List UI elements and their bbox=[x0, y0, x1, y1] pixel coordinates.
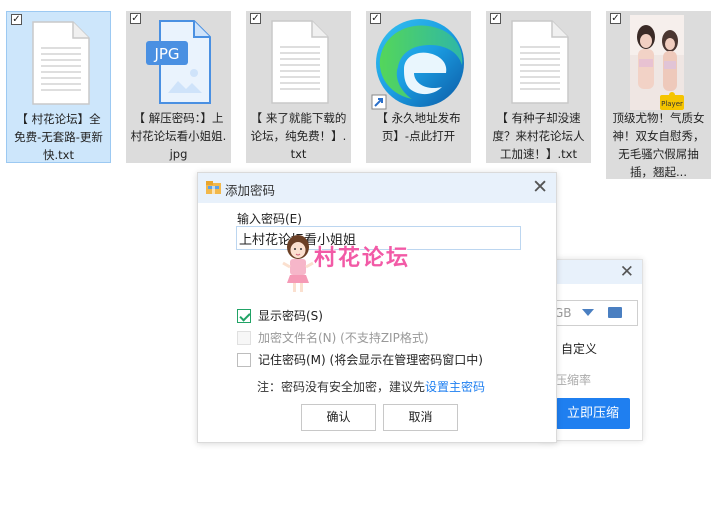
text-file-icon bbox=[511, 20, 569, 104]
edge-browser-icon bbox=[371, 19, 464, 110]
set-master-password-link[interactable]: 设置主密码 bbox=[425, 380, 485, 394]
password-label: 输入密码(E) bbox=[237, 212, 302, 226]
player-badge: Player bbox=[661, 100, 683, 108]
dialog-title: 添加密码 bbox=[225, 183, 276, 198]
file-tile-6[interactable]: ✓ Player 顶级尤物！气质女神！双女自慰秀，无毛骚穴假屌抽插，翘起... bbox=[606, 11, 711, 179]
file-checkbox[interactable]: ✓ bbox=[490, 13, 501, 24]
volume-size-dropdown[interactable]: GB bbox=[553, 300, 638, 326]
close-icon[interactable]: ✕ bbox=[532, 176, 548, 198]
file-checkbox[interactable]: ✓ bbox=[11, 14, 22, 25]
file-name: 【 永久地址发布页】-点此打开 bbox=[376, 111, 461, 143]
show-password-label: 显示密码(S) bbox=[258, 309, 323, 323]
file-name: 【 村花论坛】全免费-无套路-更新快.txt bbox=[14, 112, 103, 162]
watermark-logo: 村花论坛 bbox=[281, 233, 441, 295]
custom-option[interactable]: 自定义 bbox=[561, 340, 597, 357]
security-note: 注：密码没有安全加密，建议先设置主密码 bbox=[257, 378, 485, 395]
watermark-text: 村花论坛 bbox=[314, 246, 411, 271]
confirm-button[interactable]: 确认 bbox=[301, 404, 376, 431]
file-checkbox[interactable]: ✓ bbox=[250, 13, 261, 24]
archive-icon bbox=[206, 181, 221, 194]
dialog-titlebar: 添加密码 ✕ bbox=[198, 173, 556, 203]
cancel-button[interactable]: 取消 bbox=[383, 404, 458, 431]
text-file-icon bbox=[32, 21, 90, 105]
file-tile-4[interactable]: ✓ 【 永久地址发布页】-点此打开 bbox=[366, 11, 471, 163]
file-tile-5[interactable]: ✓ 【 有种子却没速度？来村花论坛人工加速！】.txt bbox=[486, 11, 591, 163]
file-name: 【 来了就能下载的论坛，纯免费！】.txt bbox=[250, 111, 347, 161]
compress-dialog-close-icon[interactable]: ✕ bbox=[620, 262, 634, 282]
remember-password-checkbox[interactable] bbox=[237, 353, 251, 367]
file-name: 【 有种子却没速度？来村花论坛人工加速！】.txt bbox=[492, 111, 585, 161]
jpg-badge: JPG bbox=[153, 45, 179, 63]
cartoon-girl-image bbox=[282, 235, 314, 292]
file-tile-1[interactable]: ✓ 【 村花论坛】全免费-无套路-更新快.txt bbox=[6, 11, 111, 163]
security-note-text: 注：密码没有安全加密，建议先 bbox=[257, 380, 426, 394]
encrypt-filenames-checkbox bbox=[237, 331, 251, 345]
file-checkbox[interactable]: ✓ bbox=[130, 13, 141, 24]
folder-icon[interactable] bbox=[608, 307, 622, 318]
video-thumbnail: Player bbox=[630, 15, 684, 110]
image-file-icon: JPG bbox=[146, 20, 211, 104]
file-checkbox[interactable]: ✓ bbox=[610, 13, 621, 24]
file-tile-2[interactable]: ✓ JPG 【 解压密码：】上村花论坛看小姐姐.jpg bbox=[126, 11, 231, 163]
file-name: 【 解压密码：】上村花论坛看小姐姐.jpg bbox=[130, 111, 227, 161]
show-password-checkbox[interactable] bbox=[237, 309, 251, 323]
chevron-down-icon[interactable] bbox=[582, 309, 594, 316]
compression-ratio-option[interactable]: 压缩率 bbox=[555, 371, 591, 388]
file-name: 顶级尤物！气质女神！双女自慰秀，无毛骚穴假屌抽插，翘起... bbox=[612, 111, 705, 179]
text-file-icon bbox=[271, 20, 329, 104]
compress-now-button[interactable]: 立即压缩 bbox=[556, 398, 630, 429]
encrypt-filenames-label: 加密文件名(N) (不支持ZIP格式) bbox=[258, 331, 429, 345]
add-password-dialog: 添加密码 ✕ 输入密码(E) 村花论坛 显示密码(S) 加密文件名(N) (不支… bbox=[197, 172, 557, 443]
remember-password-label: 记住密码(M) (将会显示在管理密码窗口中) bbox=[258, 353, 483, 367]
file-tile-3[interactable]: ✓ 【 来了就能下载的论坛，纯免费！】.txt bbox=[246, 11, 351, 163]
